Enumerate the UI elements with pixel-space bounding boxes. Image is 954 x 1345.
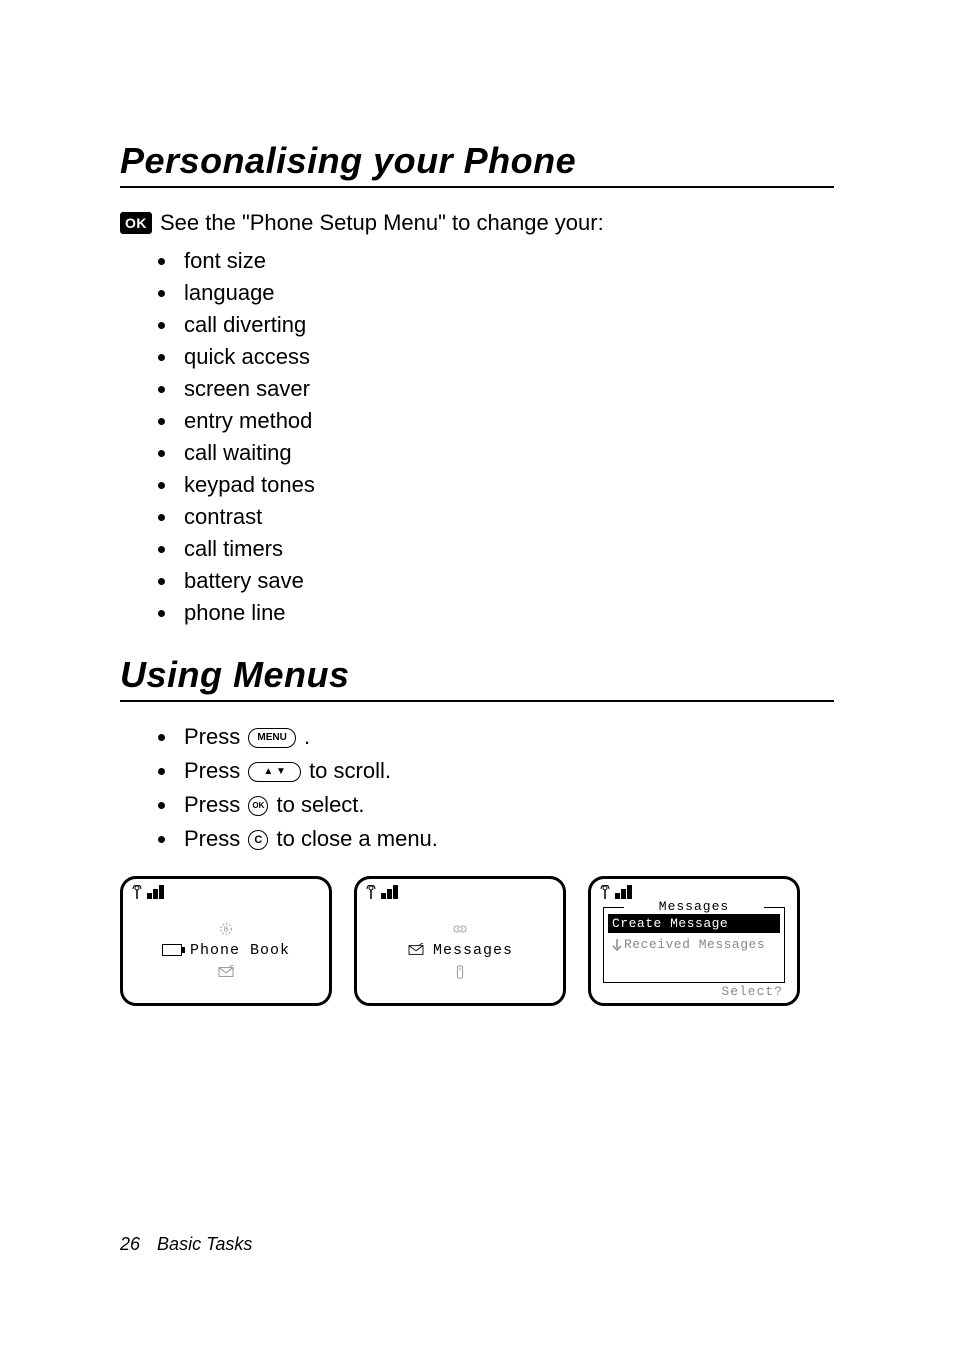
ok-key-icon: OK [248,796,268,816]
phone-screens-row: B Phone Book Messages [120,876,834,1006]
list-item: Press ▲ ▼ to scroll. [178,758,834,784]
list-item: keypad tones [178,472,834,498]
list-item: quick access [178,344,834,370]
messages-label: Messages [433,942,513,959]
list-item: phone line [178,600,834,626]
signal-icon [365,885,555,899]
list-item: font size [178,248,834,274]
messages-box: Messages Create Message Received Message… [603,907,785,983]
phone-screen-1: B Phone Book [120,876,332,1006]
chapter-name: Basic Tasks [157,1234,252,1254]
phone-screen-3: Messages Create Message Received Message… [588,876,800,1006]
list-item: call timers [178,536,834,562]
step-text: to select. [276,792,364,817]
list-item: Press MENU . [178,724,834,750]
list-item: contrast [178,504,834,530]
step-text: to close a menu. [276,826,437,851]
down-arrow-icon [612,939,622,951]
manual-page: Personalising your Phone OK See the "Pho… [0,0,954,1345]
list-item: call diverting [178,312,834,338]
intro-text: See the "Phone Setup Menu" to change you… [160,210,604,236]
step-text: Press [184,826,246,851]
heading-rule-2 [120,700,834,702]
received-messages-row: Received Messages [608,935,780,954]
screen-row: Phone Book [162,942,290,959]
b-circle-icon: B [217,922,235,936]
list-item: language [178,280,834,306]
signal-icon [599,885,789,899]
list-item: Press C to close a menu. [178,826,834,852]
received-messages-label: Received Messages [624,937,765,952]
step-text: Press [184,792,246,817]
step-text: Press [184,758,246,783]
list-item: entry method [178,408,834,434]
phone-screen-2: Messages [354,876,566,1006]
menu-key-icon: MENU [248,728,295,748]
setup-options-list: font size language call diverting quick … [120,248,834,626]
heading-rule-1 [120,186,834,188]
page-number: 26 [120,1234,140,1254]
screen-row: Messages [407,942,513,959]
scroll-key-icon: ▲ ▼ [248,762,301,782]
link-icon [451,922,469,936]
select-prompt: Select? [721,984,783,999]
list-item: call waiting [178,440,834,466]
intro-line: OK See the "Phone Setup Menu" to change … [120,210,834,236]
create-message-row: Create Message [608,914,780,933]
screen-body: Messages [357,903,563,997]
page-footer: 26 Basic Tasks [120,1234,252,1255]
menu-steps-list: Press MENU . Press ▲ ▼ to scroll. Press … [120,724,834,852]
list-item: Press OK to select. [178,792,834,818]
step-text: to scroll. [309,758,391,783]
battery-icon [162,944,182,956]
envelope-icon [217,965,235,979]
signal-icon [131,885,321,899]
step-text: . [304,724,310,749]
step-text: Press [184,724,246,749]
phone-icon [451,965,469,979]
c-key-icon: C [248,830,268,850]
messages-box-title: Messages [624,899,764,914]
envelope-icon [407,943,425,957]
screen-body: B Phone Book [123,903,329,997]
heading-using-menus: Using Menus [120,654,834,696]
phone-book-label: Phone Book [190,942,290,959]
list-item: screen saver [178,376,834,402]
svg-text:B: B [224,926,228,934]
ok-icon: OK [120,212,152,234]
heading-personalising: Personalising your Phone [120,140,834,182]
list-item: battery save [178,568,834,594]
